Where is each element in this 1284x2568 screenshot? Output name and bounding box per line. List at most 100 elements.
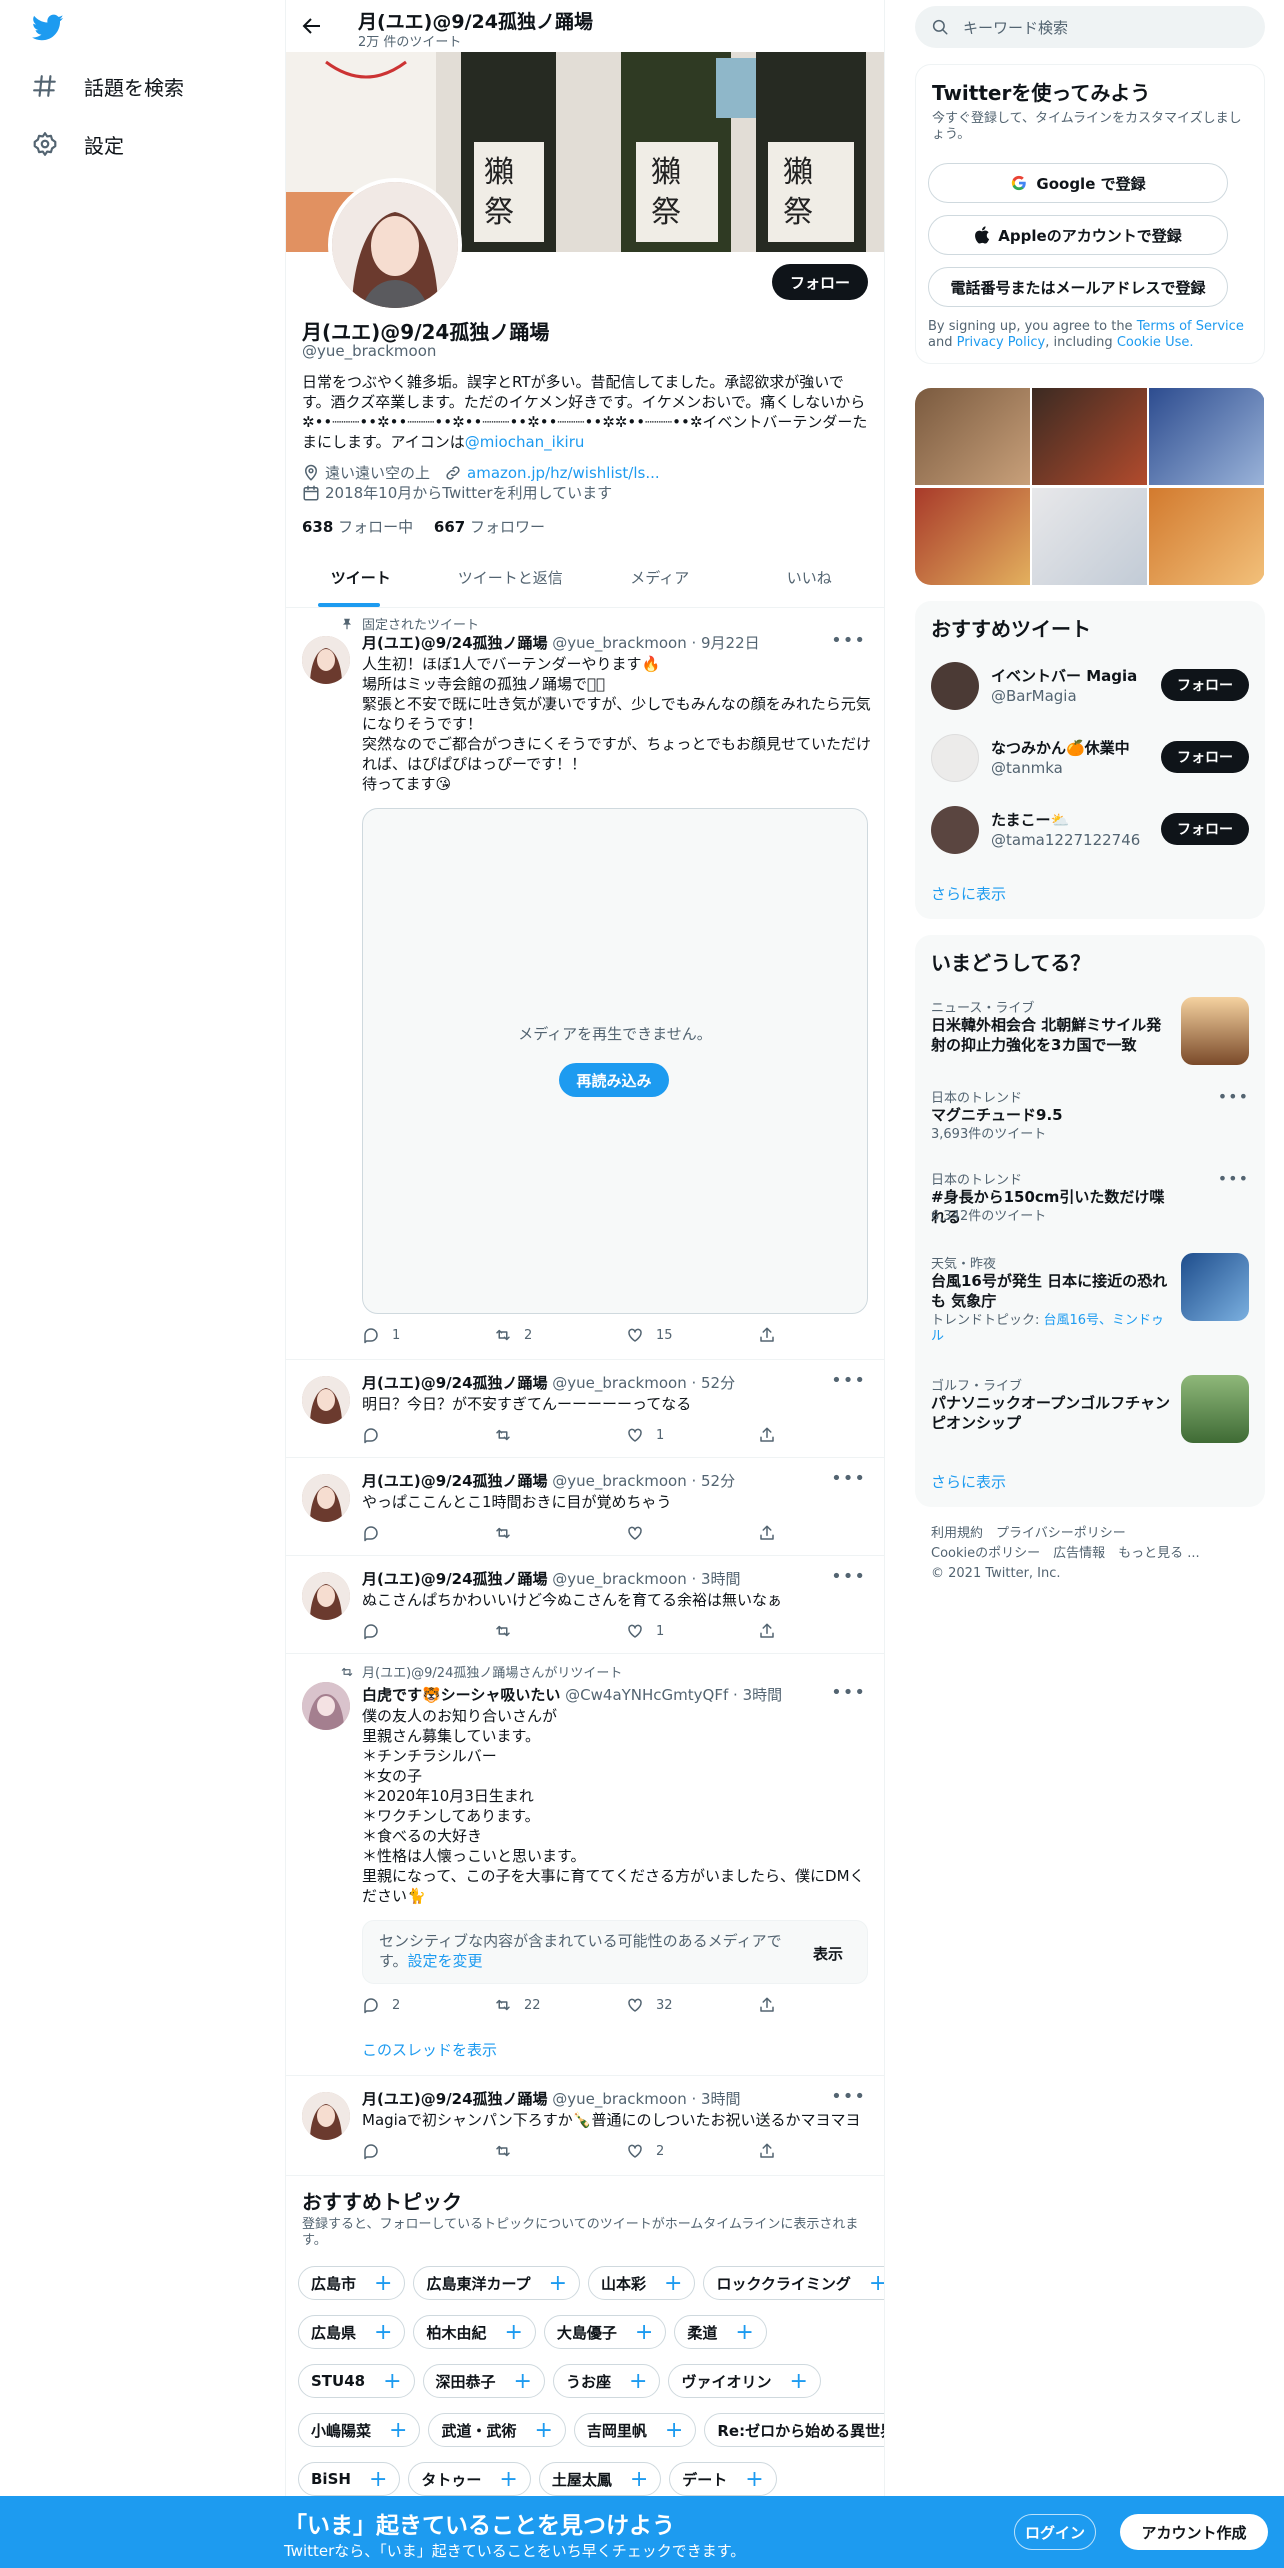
share-button[interactable]: [758, 1622, 788, 1640]
reload-button[interactable]: 再読み込み: [559, 1063, 669, 1097]
media-thumbnail[interactable]: [1032, 488, 1147, 585]
followers-stat[interactable]: 667 フォロワー: [434, 518, 545, 536]
more-options-icon[interactable]: •••: [831, 1370, 866, 1391]
login-button[interactable]: ログイン: [1014, 2514, 1096, 2550]
reply-button[interactable]: 2: [362, 1996, 400, 2014]
tweet[interactable]: 月(ユエ)@9/24孤独ノ踊場 @yue_brackmoon · 52分 •••…: [286, 1458, 884, 1556]
share-button[interactable]: [758, 2142, 788, 2160]
tweet-time[interactable]: 9月22日: [701, 634, 760, 652]
tweet-time[interactable]: 3時間: [743, 1686, 783, 1704]
more-options-icon[interactable]: •••: [831, 2086, 866, 2107]
topic-chip[interactable]: BiSH +: [298, 2462, 401, 2496]
tweet-author-name[interactable]: 月(ユエ)@9/24孤独ノ踊場: [362, 1570, 548, 1588]
topic-chip[interactable]: 吉岡里帆 +: [573, 2413, 697, 2447]
profile-url-link[interactable]: amazon.jp/hz/wishlist/ls...: [467, 464, 660, 482]
footer-line[interactable]: Cookieのポリシー 広告情報 もっと見る ...: [931, 1544, 1261, 1564]
retweet-button[interactable]: [494, 1622, 524, 1640]
retweet-button[interactable]: [494, 1524, 524, 1542]
nav-explore[interactable]: 話題を検索: [32, 62, 184, 110]
following-stat[interactable]: 638 フォロー中: [302, 518, 413, 536]
profile-avatar[interactable]: [328, 178, 462, 312]
retweet-button[interactable]: [494, 1426, 524, 1444]
bio-mention-link[interactable]: @miochan_ikiru: [465, 433, 585, 451]
suggested-user[interactable]: イベントバー Magia @BarMagia フォロー: [915, 651, 1265, 721]
create-account-button[interactable]: アカウント作成: [1120, 2514, 1268, 2550]
topic-chip[interactable]: STU48 +: [298, 2364, 415, 2398]
topic-chip[interactable]: うお座 +: [552, 2364, 661, 2398]
like-button[interactable]: 2: [626, 2142, 664, 2160]
topic-chip[interactable]: 広島東洋カープ +: [413, 2266, 580, 2300]
media-thumbnail[interactable]: [915, 388, 1030, 485]
back-arrow-icon[interactable]: [300, 14, 324, 38]
show-thread-link[interactable]: このスレッドを表示: [362, 2040, 872, 2060]
topic-chip[interactable]: 柏木由紀 +: [413, 2315, 536, 2349]
topic-chip[interactable]: 山本彩 +: [588, 2266, 696, 2300]
like-button[interactable]: 1: [626, 1426, 664, 1444]
tweet-avatar[interactable]: [302, 1572, 350, 1620]
topic-chip[interactable]: 小嶋陽菜 +: [298, 2413, 421, 2447]
topic-chip[interactable]: タトゥー +: [408, 2462, 531, 2496]
topic-chip[interactable]: 広島市 +: [298, 2266, 406, 2300]
share-button[interactable]: [758, 1996, 788, 2014]
tweet-time[interactable]: 3時間: [701, 2090, 741, 2108]
topic-chip[interactable]: ヴァイオリン +: [668, 2364, 821, 2398]
like-button[interactable]: 15: [626, 1326, 673, 1344]
reply-button[interactable]: [362, 2142, 392, 2160]
retweet-context-label[interactable]: 月(ユエ)@9/24孤独ノ踊場さんがリツイート: [362, 1662, 622, 1681]
tweet-time[interactable]: 52分: [701, 1472, 735, 1490]
follow-user-button[interactable]: フォロー: [1161, 813, 1249, 845]
user-avatar[interactable]: [931, 662, 979, 710]
tweet-retweeted[interactable]: 月(ユエ)@9/24孤独ノ踊場さんがリツイート 白虎です🐯シーシャ吸いたい @C…: [286, 1654, 884, 2076]
like-button[interactable]: [626, 1524, 656, 1542]
like-button[interactable]: 1: [626, 1622, 664, 1640]
tweet-avatar[interactable]: [302, 636, 350, 684]
tweet[interactable]: 月(ユエ)@9/24孤独ノ踊場 @yue_brackmoon · 52分 •••…: [286, 1360, 884, 1458]
share-button[interactable]: [758, 1524, 788, 1542]
topic-chip[interactable]: デート +: [669, 2462, 777, 2496]
topic-chip[interactable]: ロッククライミング +: [703, 2266, 884, 2300]
phone-email-signup-button[interactable]: 電話番号またはメールアドレスで登録: [928, 267, 1228, 307]
tweet-avatar[interactable]: [302, 1376, 350, 1424]
privacy-link[interactable]: Privacy Policy: [957, 335, 1046, 350]
tweet-author-name[interactable]: 月(ユエ)@9/24孤独ノ踊場: [362, 2090, 548, 2108]
change-settings-link[interactable]: 設定を変更: [408, 1952, 483, 1970]
user-avatar[interactable]: [931, 806, 979, 854]
topic-chip[interactable]: Re:ゼロから始める異世界生活+: [704, 2413, 884, 2447]
topic-chip[interactable]: 広島県 +: [298, 2315, 406, 2349]
google-signup-button[interactable]: Google で登録: [928, 163, 1228, 203]
more-options-icon[interactable]: •••: [1218, 1087, 1249, 1106]
tweet-pinned[interactable]: 固定されたツイート 月(ユエ)@9/24孤独ノ踊場 @yue_brackmoon…: [286, 608, 884, 1360]
tweet-author-name[interactable]: 月(ユエ)@9/24孤独ノ踊場: [362, 1374, 548, 1392]
tab-tweets[interactable]: ツイート: [286, 548, 436, 607]
retweet-button[interactable]: 22: [494, 1996, 541, 2014]
tweet-author-name[interactable]: 月(ユエ)@9/24孤独ノ踊場: [362, 1472, 548, 1490]
trend-item[interactable]: 日本のトレンド マグニチュード9.5 3,693件のツイート •••: [915, 1087, 1265, 1147]
reply-button[interactable]: 1: [362, 1326, 400, 1344]
topic-chip[interactable]: 土屋太鳳 +: [538, 2462, 662, 2496]
retweet-button[interactable]: 2: [494, 1326, 532, 1344]
topic-chip[interactable]: 柔道 +: [674, 2315, 767, 2349]
like-button[interactable]: 32: [626, 1996, 673, 2014]
user-avatar[interactable]: [931, 734, 979, 782]
media-thumbnail[interactable]: [915, 488, 1030, 585]
show-more-link[interactable]: さらに表示: [931, 883, 1006, 904]
tweet-time[interactable]: 3時間: [701, 1570, 741, 1588]
trend-item[interactable]: 日本のトレンド #身長から150cm引いた数だけ喋れる 6,342件のツイート …: [915, 1169, 1265, 1229]
tab-likes[interactable]: いいね: [735, 548, 885, 607]
more-options-icon[interactable]: •••: [1218, 1169, 1249, 1188]
topic-chip[interactable]: 深田恭子 +: [422, 2364, 545, 2398]
reply-button[interactable]: [362, 1426, 392, 1444]
share-button[interactable]: [758, 1326, 788, 1344]
more-options-icon[interactable]: •••: [831, 1566, 866, 1587]
tweet[interactable]: 月(ユエ)@9/24孤独ノ踊場 @yue_brackmoon · 3時間 •••…: [286, 1556, 884, 1654]
follow-user-button[interactable]: フォロー: [1161, 669, 1249, 701]
media-thumbnail[interactable]: [1032, 388, 1147, 485]
reply-button[interactable]: [362, 1622, 392, 1640]
search-input[interactable]: キーワード検索: [915, 6, 1265, 48]
tab-media[interactable]: メディア: [585, 548, 735, 607]
topic-chip[interactable]: 大島優子 +: [543, 2315, 667, 2349]
more-options-icon[interactable]: •••: [831, 1682, 866, 1703]
topic-chip[interactable]: 武道・武術 +: [428, 2413, 566, 2447]
reply-button[interactable]: [362, 1524, 392, 1542]
trend-item[interactable]: ゴルフ・ライブ パナソニックオープンゴルフチャンピオンシップ: [915, 1375, 1265, 1447]
